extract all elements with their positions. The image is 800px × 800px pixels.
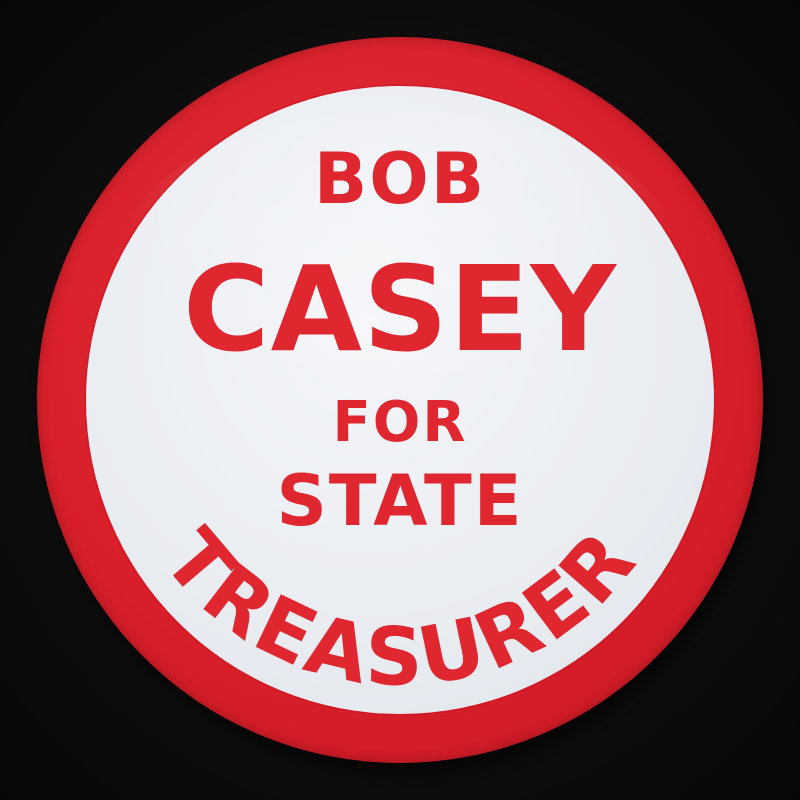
photo-background: BOB CASEY FOR STATE TREASURER bbox=[0, 0, 800, 800]
treasurer-arc: TREASURER bbox=[146, 512, 655, 704]
treasurer-text: TREASURER bbox=[146, 512, 655, 704]
